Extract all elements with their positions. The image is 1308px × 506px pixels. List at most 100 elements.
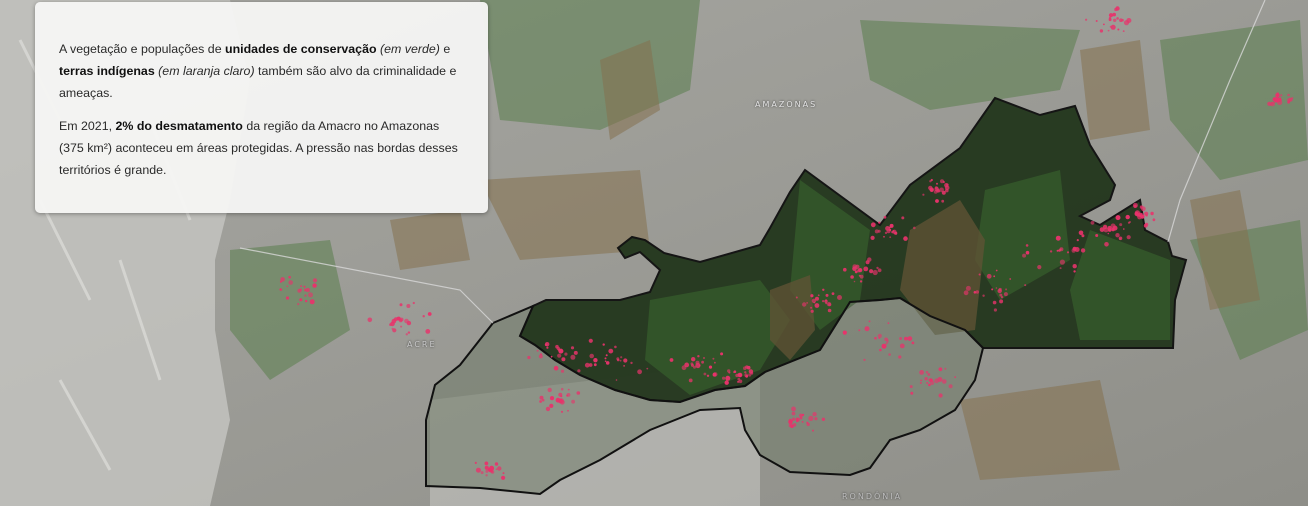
deforestation-patch xyxy=(399,318,403,323)
deforestation-patch xyxy=(497,466,502,471)
deforestation-patch xyxy=(527,355,531,360)
deforestation-patch xyxy=(1137,212,1143,217)
deforestation-patch xyxy=(614,345,617,349)
deforestation-patch xyxy=(888,353,891,356)
deforestation-patch xyxy=(722,376,726,380)
deforestation-patch xyxy=(485,474,488,477)
deforestation-patch xyxy=(485,469,489,473)
deforestation-patch xyxy=(1109,19,1112,21)
deforestation-patch xyxy=(822,288,825,291)
deforestation-patch xyxy=(688,378,693,383)
deforestation-patch xyxy=(887,322,890,324)
italic-orange-note: (em laranja claro) xyxy=(154,64,255,78)
deforestation-patch xyxy=(1274,97,1280,103)
deforestation-patch xyxy=(810,306,813,309)
state-label-rondonia: RONDÔNIA xyxy=(842,492,903,501)
deforestation-patch xyxy=(954,376,956,378)
info-paragraph-1: A vegetação e populações de unidades de … xyxy=(59,38,464,104)
deforestation-patch xyxy=(1280,94,1283,97)
deforestation-patch xyxy=(1003,292,1008,297)
deforestation-patch xyxy=(870,222,876,228)
deforestation-patch xyxy=(1114,7,1118,12)
deforestation-patch xyxy=(1144,211,1149,216)
deforestation-patch xyxy=(584,362,590,368)
deforestation-patch xyxy=(878,337,881,339)
deforestation-patch xyxy=(297,288,302,293)
deforestation-patch xyxy=(858,329,861,332)
deforestation-patch xyxy=(874,229,879,234)
deforestation-patch xyxy=(367,317,373,323)
deforestation-patch xyxy=(863,358,866,361)
deforestation-patch xyxy=(566,393,571,397)
deforestation-patch xyxy=(305,287,310,293)
deforestation-patch xyxy=(948,384,953,389)
deforestation-patch xyxy=(708,365,713,369)
deforestation-patch xyxy=(560,387,564,391)
deforestation-patch xyxy=(863,266,869,272)
deforestation-patch xyxy=(573,350,578,355)
deforestation-patch xyxy=(822,300,825,303)
deforestation-patch xyxy=(727,369,731,373)
deforestation-patch xyxy=(560,410,564,413)
text: Em 2021, xyxy=(59,119,116,133)
deforestation-patch xyxy=(1113,18,1117,22)
deforestation-patch xyxy=(706,374,710,377)
deforestation-patch xyxy=(978,273,981,276)
deforestation-patch xyxy=(744,373,749,378)
deforestation-patch xyxy=(935,199,939,203)
deforestation-patch xyxy=(279,288,283,291)
deforestation-patch xyxy=(608,348,614,354)
deforestation-patch xyxy=(869,269,874,274)
deforestation-patch xyxy=(720,352,724,356)
deforestation-patch xyxy=(288,275,291,279)
deforestation-patch xyxy=(1066,251,1070,254)
deforestation-patch xyxy=(814,417,818,421)
deforestation-patch xyxy=(557,348,561,352)
deforestation-patch xyxy=(1140,206,1146,212)
deforestation-patch xyxy=(619,359,622,362)
deforestation-patch xyxy=(791,406,796,412)
deforestation-patch xyxy=(1072,264,1077,269)
deforestation-patch xyxy=(877,268,882,273)
deforestation-patch xyxy=(567,409,569,412)
deforestation-patch xyxy=(865,260,870,265)
deforestation-patch xyxy=(997,288,1002,294)
deforestation-patch xyxy=(885,342,888,345)
deforestation-patch xyxy=(825,293,829,297)
deforestation-patch xyxy=(883,215,887,219)
deforestation-patch xyxy=(842,330,847,335)
deforestation-patch xyxy=(854,270,858,274)
deforestation-patch xyxy=(605,361,610,365)
deforestation-patch xyxy=(795,296,798,299)
deforestation-patch xyxy=(539,400,542,403)
deforestation-patch xyxy=(812,412,817,417)
deforestation-patch xyxy=(712,357,715,360)
deforestation-patch xyxy=(553,365,559,371)
deforestation-patch xyxy=(391,318,397,324)
deforestation-patch xyxy=(425,329,431,334)
deforestation-patch xyxy=(837,295,842,300)
bold-deforestation-share: 2% do desmatamento xyxy=(115,119,243,133)
deforestation-patch xyxy=(808,415,814,421)
deforestation-patch xyxy=(490,470,495,474)
deforestation-patch xyxy=(637,369,642,375)
deforestation-patch xyxy=(305,299,308,303)
deforestation-patch xyxy=(872,269,878,276)
deforestation-patch xyxy=(1127,221,1131,224)
deforestation-patch xyxy=(1112,225,1118,231)
deforestation-patch xyxy=(924,377,928,381)
deforestation-patch xyxy=(484,465,490,471)
deforestation-patch xyxy=(810,294,814,298)
deforestation-patch xyxy=(549,396,555,401)
deforestation-patch xyxy=(858,268,862,272)
deforestation-patch xyxy=(698,364,701,367)
deforestation-patch xyxy=(400,325,403,328)
text: A vegetação e populações de xyxy=(59,42,226,56)
deforestation-patch xyxy=(894,231,898,235)
deforestation-patch xyxy=(859,280,863,283)
deforestation-patch xyxy=(623,358,628,363)
deforestation-patch xyxy=(1059,248,1062,251)
deforestation-patch xyxy=(938,393,943,398)
deforestation-patch xyxy=(406,304,411,308)
deforestation-patch xyxy=(681,365,687,371)
